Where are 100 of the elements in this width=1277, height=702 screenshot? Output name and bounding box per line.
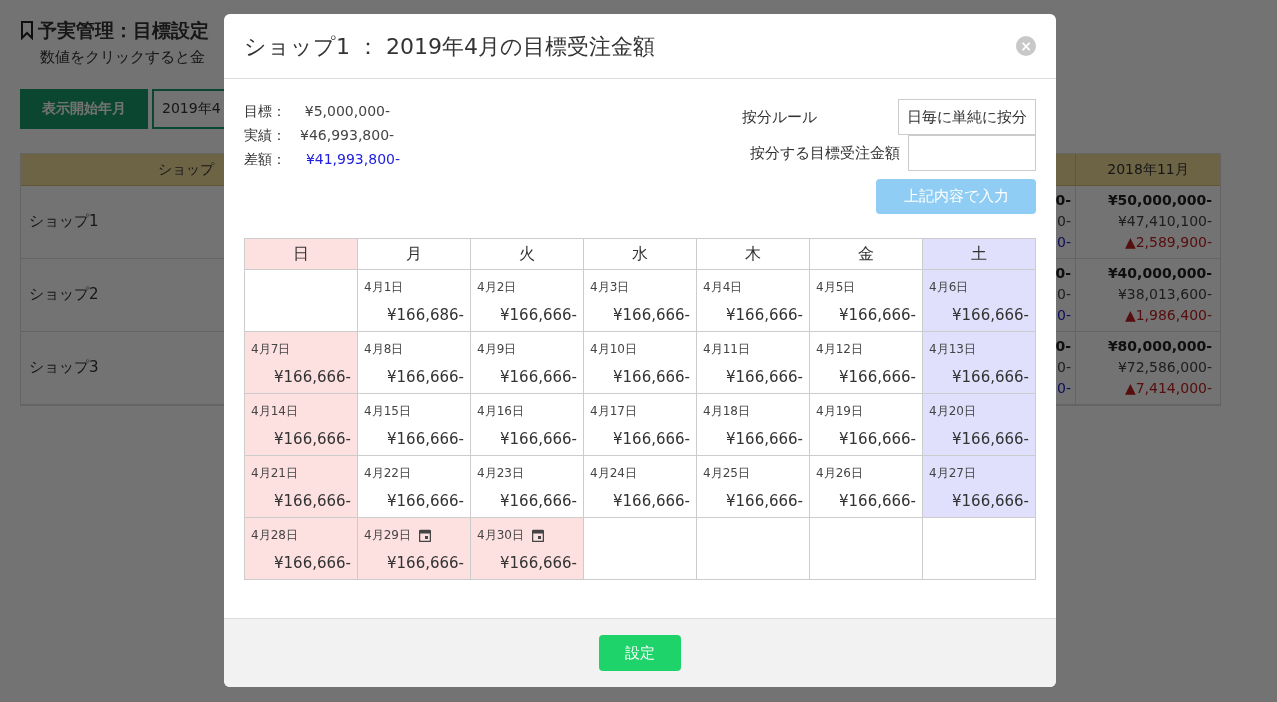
day-amount: ¥166,666- [951,305,1029,326]
day-date: 4月5日 [816,279,856,296]
day-cell[interactable]: 4月6日 ¥166,666- [923,270,1036,332]
day-cell[interactable]: 4月30日 ¥166,666- [471,518,584,580]
amount-value: 0- [1055,265,1071,281]
day-amount: ¥166,666- [273,553,351,574]
calendar-icon [418,528,431,542]
amount-value: 0- [1057,234,1071,250]
day-date: 4月9日 [477,341,517,358]
day-amount: ¥166,666- [725,429,803,450]
day-date: 4月13日 [929,341,976,358]
day-cell[interactable]: 4月13日 ¥166,666- [923,332,1036,394]
calendar-icon [531,528,544,542]
bookmark-icon [20,20,34,41]
amount-value: ▲1,986,400- [1124,307,1212,323]
day-cell[interactable]: 4月28日 ¥166,666- [245,518,358,580]
day-cell[interactable]: 4月9日 ¥166,666- [471,332,584,394]
day-amount: ¥166,666- [838,491,916,512]
day-cell[interactable]: 4月7日 ¥166,666- [245,332,358,394]
day-date: 4月28日 [251,527,298,544]
day-cell[interactable]: 4月22日 ¥166,666- [358,456,471,518]
summary-value: ¥41,993,800- [304,150,400,169]
summary-value: ¥5,000,000- [303,102,390,121]
day-date: 4月15日 [364,403,411,420]
day-cell[interactable]: 4月5日 ¥166,666- [810,270,923,332]
amount-value: 0- [1057,213,1071,229]
day-amount: ¥166,666- [499,491,577,512]
day-cell[interactable]: 4月24日 ¥166,666- [584,456,697,518]
day-cell[interactable]: 4月19日 ¥166,666- [810,394,923,456]
modal-title: ショップ1 ： 2019年4月の目標受注金額 [244,32,655,61]
day-amount: ¥166,666- [386,491,464,512]
day-cell[interactable]: 4月1日 ¥166,686- [358,270,471,332]
weekday-header: 日 [245,239,358,270]
day-cell[interactable]: 4月14日 ¥166,666- [245,394,358,456]
day-cell[interactable]: 4月17日 ¥166,666- [584,394,697,456]
day-cell[interactable]: 4月8日 ¥166,666- [358,332,471,394]
weekday-header: 金 [810,239,923,270]
day-amount: ¥166,666- [499,367,577,388]
day-date: 4月7日 [251,341,291,358]
day-amount: ¥166,666- [386,367,464,388]
day-cell[interactable]: 4月4日 ¥166,666- [697,270,810,332]
day-date: 4月8日 [364,341,404,358]
amount-value: 0- [1055,192,1071,208]
day-date: 4月26日 [816,465,863,482]
day-amount: ¥166,666- [838,429,916,450]
day-amount: ¥166,666- [951,429,1029,450]
amount-value: ¥80,000,000- [1107,338,1212,354]
day-cell[interactable]: 4月26日 ¥166,666- [810,456,923,518]
day-cell[interactable]: 4月29日 ¥166,666- [358,518,471,580]
day-cell[interactable]: 4月25日 ¥166,666- [697,456,810,518]
amount-value: 0- [1057,359,1071,375]
day-amount: ¥166,666- [612,305,690,326]
day-cell[interactable]: 4月11日 ¥166,666- [697,332,810,394]
day-amount: ¥166,666- [612,491,690,512]
day-amount: ¥166,666- [612,429,690,450]
day-date: 4月27日 [929,465,976,482]
day-cell[interactable]: 4月18日 ¥166,666- [697,394,810,456]
page-title: 予実管理：目標設定 [38,18,209,43]
day-amount: ¥166,666- [951,367,1029,388]
rule-select[interactable]: 日毎に単純に按分 [898,99,1036,135]
day-cell[interactable]: 4月23日 ¥166,666- [471,456,584,518]
day-date: 4月14日 [251,403,298,420]
amount-value: ¥72,586,000- [1117,359,1212,375]
day-cell[interactable]: 4月21日 ¥166,666- [245,456,358,518]
amount-value: ¥38,013,600- [1117,286,1212,302]
day-cell[interactable]: 4月27日 ¥166,666- [923,456,1036,518]
day-cell[interactable]: 4月10日 ¥166,666- [584,332,697,394]
day-date: 4月10日 [590,341,637,358]
day-date: 4月6日 [929,279,969,296]
amount-value: ▲2,589,900- [1124,234,1212,250]
day-date: 4月2日 [477,279,517,296]
day-date: 4月19日 [816,403,863,420]
day-amount: ¥166,666- [725,305,803,326]
day-cell[interactable]: 4月16日 ¥166,666- [471,394,584,456]
rule-label: 按分ルール [742,106,818,128]
day-amount: ¥166,666- [499,429,577,450]
day-amount: ¥166,666- [273,367,351,388]
day-date: 4月29日 [364,527,411,544]
amount-input[interactable] [908,135,1036,171]
day-amount: ¥166,666- [725,367,803,388]
day-cell[interactable]: 4月15日 ¥166,666- [358,394,471,456]
weekday-header: 火 [471,239,584,270]
day-date: 4月3日 [590,279,630,296]
amount-value: ▲7,414,000- [1124,380,1212,396]
day-amount: ¥166,666- [386,429,464,450]
day-date: 4月1日 [364,279,404,296]
day-date: 4月12日 [816,341,863,358]
amount-value: 0- [1057,286,1071,302]
day-cell[interactable]: 4月20日 ¥166,666- [923,394,1036,456]
weekday-header: 木 [697,239,810,270]
day-cell[interactable]: 4月12日 ¥166,666- [810,332,923,394]
day-date: 4月11日 [703,341,750,358]
shop-name: ショップ2 [29,284,99,306]
day-cell[interactable]: 4月2日 ¥166,666- [471,270,584,332]
day-date: 4月4日 [703,279,743,296]
day-cell[interactable]: 4月3日 ¥166,666- [584,270,697,332]
day-amount: ¥166,666- [499,305,577,326]
day-date: 4月18日 [703,403,750,420]
shop-name: ショップ3 [29,357,99,379]
amount-value: ¥50,000,000- [1107,192,1212,208]
